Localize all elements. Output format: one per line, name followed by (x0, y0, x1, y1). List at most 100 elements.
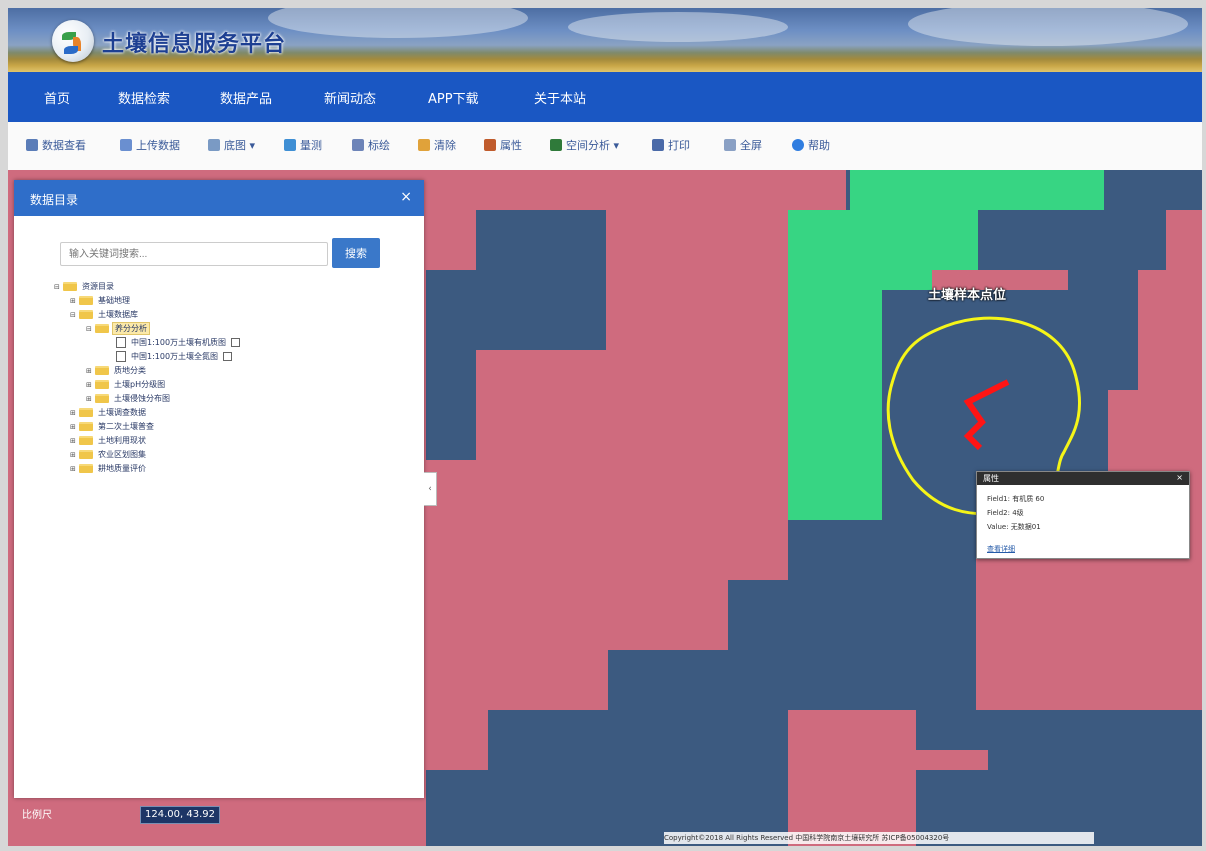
data-view-button[interactable]: 数据查看 (26, 136, 86, 154)
tree-node-selected[interactable]: ⊟ 养分分析 (86, 322, 150, 335)
tree-leaf-node[interactable]: 中国1:100万土壤有机质图 (116, 336, 241, 349)
header-banner: 土壤信息服务平台 (8, 8, 1202, 72)
attribute-popup: 属性 × Field1: 有机质 60 Field2: 4级 Value: 无数… (976, 471, 1190, 559)
popup-detail-link[interactable]: 查看详细 (987, 544, 1015, 554)
expand-icon[interactable]: ⊞ (86, 395, 92, 403)
draw-button[interactable]: 标绘 (352, 136, 390, 154)
analysis-icon (550, 139, 562, 151)
tree-node-label: 第二次土壤普查 (98, 422, 154, 431)
folder-icon (63, 282, 77, 291)
tree-node[interactable]: ⊞ 土壤侵蚀分布图 (86, 392, 172, 405)
tree-node-label: 资源目录 (82, 282, 114, 291)
toolbar-label: 帮助 (808, 139, 830, 152)
close-icon[interactable]: × (400, 189, 412, 205)
expand-icon[interactable]: ⊞ (70, 451, 76, 459)
popup-close-icon[interactable]: × (1176, 473, 1183, 482)
eraser-icon (418, 139, 430, 151)
folder-icon (79, 296, 93, 305)
folder-icon (79, 310, 93, 319)
search-button[interactable]: 搜索 (332, 238, 380, 268)
pen-icon (352, 139, 364, 151)
toolbar: 数据查看 上传数据 底图 ▾ 量测 标绘 清除 属性 空间分析 ▾ 打印 全屏 … (8, 122, 1202, 171)
expand-icon[interactable]: ⊞ (70, 465, 76, 473)
folder-icon (95, 394, 109, 403)
panel-collapse-handle[interactable]: ‹ (424, 472, 437, 506)
toolbar-label: 空间分析 ▾ (566, 139, 620, 152)
basemap-dropdown[interactable]: 底图 ▾ (208, 136, 255, 154)
measure-button[interactable]: 量测 (284, 136, 322, 154)
tree-node-label: 中国1:100万土壤有机质图 (131, 338, 227, 347)
nav-item-app-download[interactable]: APP下载 (428, 88, 479, 107)
expand-icon[interactable]: ⊞ (86, 381, 92, 389)
tree-node-label: 基础地理 (98, 296, 130, 305)
popup-row: Field2: 4级 (987, 509, 1024, 517)
layer-file-icon (116, 351, 126, 362)
layer-checkbox[interactable] (231, 338, 241, 347)
tree-node[interactable]: ⊞ 土地利用现状 (70, 434, 148, 447)
tree-node-label: 农业区划图集 (98, 450, 146, 459)
site-title: 土壤信息服务平台 (102, 32, 287, 57)
nav-item-data-products[interactable]: 数据产品 (220, 88, 272, 107)
basemap-icon (208, 139, 220, 151)
fullscreen-icon (724, 139, 736, 151)
tree-node[interactable]: ⊟ 土壤数据库 (70, 308, 140, 321)
panel-title: 数据目录 (30, 193, 79, 207)
expand-icon[interactable]: ⊞ (70, 423, 76, 431)
search-input[interactable] (60, 242, 328, 266)
upload-data-button[interactable]: 上传数据 (120, 136, 180, 154)
panel-header: 数据目录 × (14, 180, 424, 216)
tree-node[interactable]: ⊞ 基础地理 (70, 294, 132, 307)
chevron-left-icon: ‹ (428, 484, 432, 494)
magnifier-icon (26, 139, 38, 151)
folder-open-icon (95, 324, 109, 333)
copyright-bar: Copyright©2018 All Rights Reserved 中国科学院… (664, 832, 1094, 844)
tree-node[interactable]: ⊞ 第二次土壤普查 (70, 420, 156, 433)
tree-node-root[interactable]: ⊟ 资源目录 (54, 280, 116, 293)
tree-node[interactable]: ⊞ 土壤调查数据 (70, 406, 148, 419)
clear-button[interactable]: 清除 (418, 136, 456, 154)
spatial-analysis-dropdown[interactable]: 空间分析 ▾ (550, 136, 619, 154)
expand-icon[interactable]: ⊞ (86, 367, 92, 375)
collapse-icon[interactable]: ⊟ (70, 311, 76, 319)
logo-icon[interactable] (52, 20, 94, 62)
tree-node-label: 养分分析 (112, 322, 150, 335)
print-icon (652, 139, 664, 151)
banner-cloud (568, 12, 788, 42)
toolbar-label: 数据查看 (42, 139, 86, 152)
tree-node[interactable]: ⊞ 质地分类 (86, 364, 148, 377)
upload-icon (120, 139, 132, 151)
tree-node-label: 土壤侵蚀分布图 (114, 394, 170, 403)
nav-item-data-search[interactable]: 数据检索 (118, 88, 170, 107)
banner-cloud (268, 8, 528, 38)
tree-node-label: 土壤数据库 (98, 310, 138, 319)
nav-item-about[interactable]: 关于本站 (534, 88, 586, 107)
fullscreen-button[interactable]: 全屏 (724, 136, 762, 154)
toolbar-label: 全屏 (740, 139, 762, 152)
popup-title: 属性 (983, 474, 999, 483)
tree-node[interactable]: ⊞ 土壤pH分级图 (86, 378, 167, 391)
tree-node-label: 耕地质量评价 (98, 464, 146, 473)
collapse-icon[interactable]: ⊟ (54, 283, 60, 291)
banner-cloud (908, 8, 1188, 46)
expand-icon[interactable]: ⊞ (70, 297, 76, 305)
tree-node[interactable]: ⊞ 耕地质量评价 (70, 462, 148, 475)
tree-node-label: 中国1:100万土壤全氮图 (131, 352, 219, 361)
attribute-button[interactable]: 属性 (484, 136, 522, 154)
help-button[interactable]: 帮助 (792, 136, 830, 154)
logo-leaf (64, 46, 78, 54)
layer-checkbox[interactable] (223, 352, 233, 361)
toolbar-label: 底图 ▾ (224, 139, 256, 152)
popup-row: Value: 无数据01 (987, 523, 1041, 531)
popup-row: Field1: 有机质 60 (987, 495, 1045, 503)
print-button[interactable]: 打印 (652, 136, 690, 154)
expand-icon[interactable]: ⊞ (70, 437, 76, 445)
tree-node[interactable]: ⊞ 农业区划图集 (70, 448, 148, 461)
main-nav: 首页 数据检索 数据产品 新闻动态 APP下载 关于本站 (8, 72, 1202, 122)
chart-icon (484, 139, 496, 151)
nav-item-news[interactable]: 新闻动态 (324, 88, 376, 107)
tree-leaf-node[interactable]: 中国1:100万土壤全氮图 (116, 350, 233, 363)
popup-header: 属性 × (977, 472, 1189, 485)
nav-item-home[interactable]: 首页 (44, 88, 70, 107)
expand-icon[interactable]: ⊞ (70, 409, 76, 417)
collapse-icon[interactable]: ⊟ (86, 325, 92, 333)
